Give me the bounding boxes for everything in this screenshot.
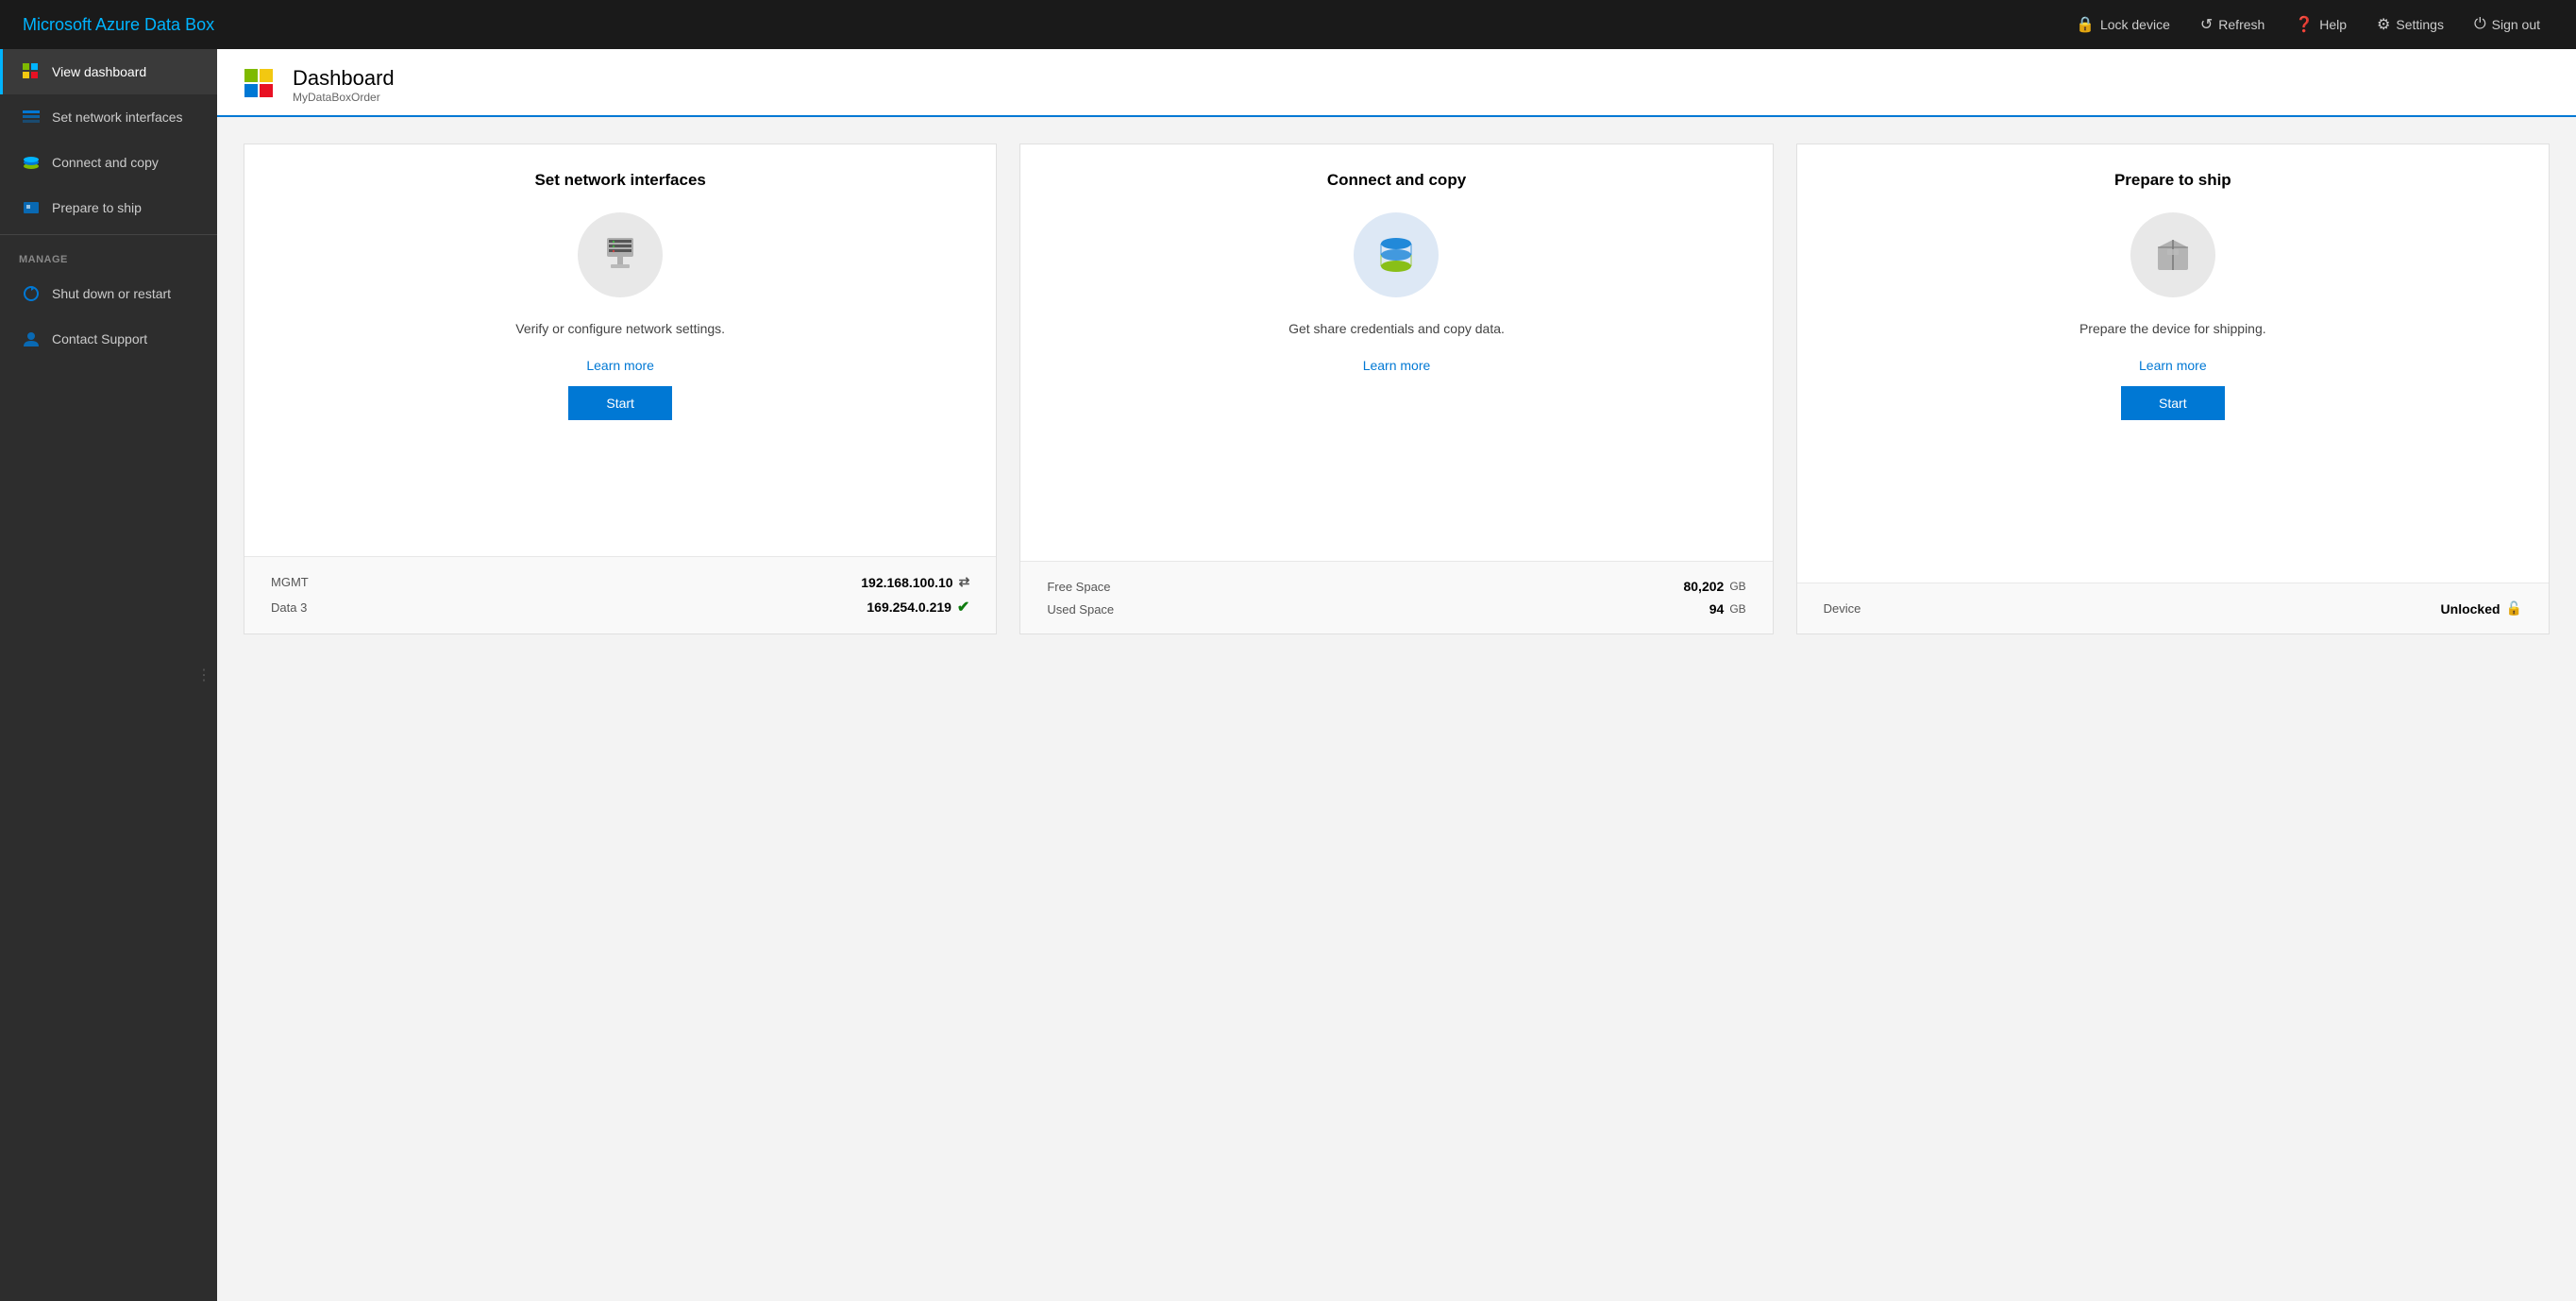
stat-row-usedspace: Used Space 94 GB: [1047, 601, 1745, 617]
card-description-connect: Get share credentials and copy data.: [1288, 320, 1505, 339]
stat-row-freespace: Free Space 80,202 GB: [1047, 579, 1745, 594]
card-bottom-network: MGMT 192.168.100.10 ⇄ Data 3 169.254.0.2…: [244, 556, 996, 634]
page-header-icon: [244, 68, 278, 102]
network-sidebar-icon: [22, 108, 41, 127]
page-header-text: Dashboard MyDataBoxOrder: [293, 66, 395, 104]
manage-section-label: MANAGE: [0, 239, 217, 271]
learn-more-network[interactable]: Learn more: [586, 358, 654, 373]
start-button-network[interactable]: Start: [568, 386, 672, 420]
card-description-network: Verify or configure network settings.: [515, 320, 725, 339]
help-button[interactable]: ❓ Help: [2281, 8, 2360, 42]
card-title-network: Set network interfaces: [534, 171, 705, 190]
unlock-icon: 🔓: [2506, 600, 2522, 617]
prepare-ship-sidebar-icon: [22, 198, 41, 217]
card-connect-and-copy: Connect and copy Get share credential: [1019, 144, 1773, 634]
page-header: Dashboard MyDataBoxOrder: [217, 49, 2576, 117]
card-top-ship: Prepare to ship Prepare the device for s…: [1797, 144, 2549, 583]
stat-label-freespace: Free Space: [1047, 580, 1110, 594]
stat-value-mgmt: 192.168.100.10 ⇄: [861, 574, 969, 590]
stat-value-usedspace: 94 GB: [1709, 601, 1746, 617]
sidebar-label-shut-down: Shut down or restart: [52, 286, 171, 301]
stat-value-device: Unlocked 🔓: [2441, 600, 2522, 617]
layout: View dashboard Set network interfaces: [0, 49, 2576, 1301]
sidebar-item-set-network-interfaces[interactable]: Set network interfaces: [0, 94, 217, 140]
sidebar-label-connect-copy: Connect and copy: [52, 155, 159, 170]
stat-row-data3: Data 3 169.254.0.219 ✔: [271, 598, 969, 617]
card-bottom-connect: Free Space 80,202 GB Used Space 94 GB: [1020, 561, 1772, 634]
page-title: Dashboard: [293, 66, 395, 91]
sidebar-item-contact-support[interactable]: Contact Support: [0, 316, 217, 362]
sidebar-divider: [0, 234, 217, 235]
learn-more-connect[interactable]: Learn more: [1363, 358, 1431, 373]
card-set-network-interfaces: Set network interfaces: [244, 144, 997, 634]
sidebar-item-connect-and-copy[interactable]: Connect and copy: [0, 140, 217, 185]
sidebar-label-contact-support: Contact Support: [52, 331, 147, 346]
refresh-icon: ↺: [2200, 15, 2213, 34]
stat-label-usedspace: Used Space: [1047, 602, 1114, 617]
page-subtitle: MyDataBoxOrder: [293, 91, 395, 104]
arrows-icon: ⇄: [959, 574, 970, 590]
card-top-network: Set network interfaces: [244, 144, 996, 556]
checkmark-icon: ✔: [957, 598, 969, 617]
stat-label-device: Device: [1824, 601, 1861, 616]
learn-more-ship[interactable]: Learn more: [2139, 358, 2207, 373]
card-title-connect: Connect and copy: [1327, 171, 1466, 190]
sidebar-resize-handle[interactable]: ⋮: [196, 666, 211, 684]
sidebar: View dashboard Set network interfaces: [0, 49, 217, 1301]
stat-value-data3: 169.254.0.219 ✔: [867, 598, 969, 617]
dashboard-icon: [22, 62, 41, 81]
stat-row-mgmt: MGMT 192.168.100.10 ⇄: [271, 574, 969, 590]
card-icon-ship: [2130, 212, 2215, 297]
stat-row-device: Device Unlocked 🔓: [1824, 600, 2522, 617]
sidebar-item-prepare-to-ship[interactable]: Prepare to ship: [0, 185, 217, 230]
card-icon-connect: [1354, 212, 1439, 297]
signout-button[interactable]: ⏻ Sign out: [2461, 8, 2553, 41]
card-prepare-to-ship: Prepare to ship Prepare the device for s…: [1796, 144, 2550, 634]
help-icon: ❓: [2295, 15, 2314, 34]
connect-copy-sidebar-icon: [22, 153, 41, 172]
sidebar-label-view-dashboard: View dashboard: [52, 64, 146, 79]
settings-button[interactable]: ⚙ Settings: [2364, 8, 2457, 42]
stat-value-freespace: 80,202 GB: [1683, 579, 1745, 594]
main-content: Dashboard MyDataBoxOrder Set network int…: [217, 49, 2576, 1301]
stat-label-mgmt: MGMT: [271, 575, 309, 589]
sidebar-label-prepare-ship: Prepare to ship: [52, 200, 142, 215]
sidebar-item-shut-down-restart[interactable]: Shut down or restart: [0, 271, 217, 316]
stat-label-data3: Data 3: [271, 600, 307, 615]
lock-icon: 🔒: [2076, 15, 2095, 34]
refresh-button[interactable]: ↺ Refresh: [2187, 8, 2278, 42]
sidebar-label-set-network: Set network interfaces: [52, 110, 183, 125]
settings-icon: ⚙: [2377, 15, 2390, 34]
card-title-ship: Prepare to ship: [2114, 171, 2231, 190]
card-bottom-ship: Device Unlocked 🔓: [1797, 583, 2549, 634]
lock-device-button[interactable]: 🔒 Lock device: [2062, 8, 2183, 42]
start-button-ship[interactable]: Start: [2121, 386, 2225, 420]
support-sidebar-icon: [22, 329, 41, 348]
cards-area: Set network interfaces: [217, 117, 2576, 661]
card-icon-network: [578, 212, 663, 297]
topbar: Microsoft Azure Data Box 🔒 Lock device ↺…: [0, 0, 2576, 49]
sidebar-item-view-dashboard[interactable]: View dashboard: [0, 49, 217, 94]
card-top-connect: Connect and copy Get share credential: [1020, 144, 1772, 561]
restart-sidebar-icon: [22, 284, 41, 303]
card-description-ship: Prepare the device for shipping.: [2079, 320, 2266, 339]
signout-icon: ⏻: [2474, 16, 2486, 33]
topbar-actions: 🔒 Lock device ↺ Refresh ❓ Help ⚙ Setting…: [2062, 8, 2553, 42]
app-title: Microsoft Azure Data Box: [23, 15, 214, 35]
